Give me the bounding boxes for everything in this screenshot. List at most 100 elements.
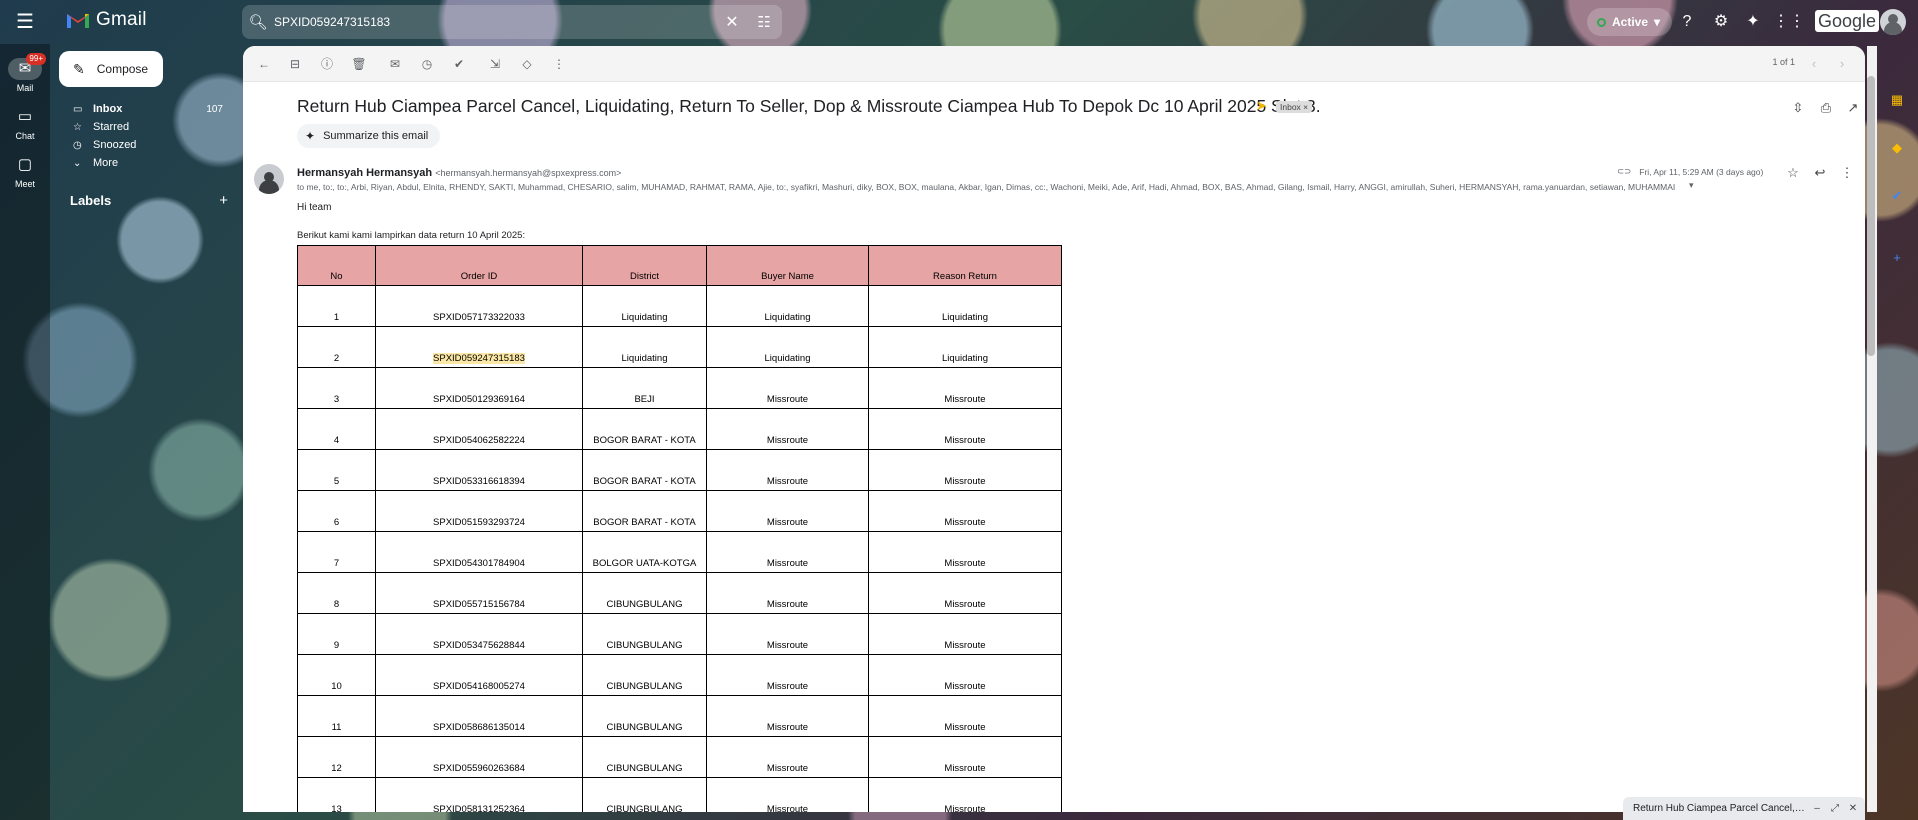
cell-text: 8: [333, 599, 340, 610]
help-icon[interactable]: ?: [1676, 11, 1698, 33]
close-icon[interactable]: ✕: [1847, 803, 1859, 814]
table-cell: SPXID059247315183: [375, 326, 583, 368]
table-cell: Missroute: [706, 490, 869, 532]
table-cell: BOGOR BARAT - KOTA: [582, 490, 707, 532]
table-cell: 1: [297, 285, 376, 327]
cell-text: Missroute: [766, 681, 809, 692]
search-options-icon[interactable]: ☷: [746, 13, 782, 31]
mark-unread-icon[interactable]: ✉: [385, 54, 405, 74]
rail-item-chat[interactable]: ▭ Chat: [0, 106, 50, 141]
gemini-sparkle-icon[interactable]: ✦: [1742, 11, 1764, 33]
table-row: 13 SPXID058131252364 CIBUNGBULANG Missroute…: [297, 777, 1062, 812]
gmail-logo[interactable]: Gmail: [66, 9, 147, 31]
add-addon-icon[interactable]: +: [1887, 248, 1907, 268]
table-cell: 12: [297, 736, 376, 778]
inbox-icon: ▭: [73, 103, 83, 115]
more-options-icon[interactable]: ⋮: [549, 54, 569, 74]
settings-gear-icon[interactable]: ⚙: [1710, 11, 1732, 33]
main-menu-icon[interactable]: ☰: [14, 11, 36, 33]
nav-item-starred[interactable]: ☆ Starred: [59, 118, 229, 136]
nav-item-snoozed[interactable]: ◷ Snoozed: [59, 136, 229, 154]
keep-icon[interactable]: ◆: [1887, 138, 1907, 158]
apps-grid-icon[interactable]: ⋮⋮: [1773, 11, 1805, 33]
table-cell: Missroute: [868, 695, 1062, 737]
search-icon[interactable]: 🔍︎: [242, 13, 274, 31]
report-spam-icon[interactable]: ⓘ: [317, 54, 337, 74]
compose-button[interactable]: ✎ Compose: [59, 51, 163, 87]
table-row: 6 SPXID051593293724 BOGOR BARAT - KOTA Miss…: [297, 490, 1062, 532]
rail-item-meet[interactable]: ▢ Meet: [0, 154, 50, 189]
rail-item-mail[interactable]: ✉ 99+ Mail: [0, 53, 50, 93]
label-icon[interactable]: ◇: [517, 54, 537, 74]
minimized-reply-window[interactable]: Return Hub Ciampea Parcel Cancel, Liquid…: [1623, 797, 1865, 820]
print-icon[interactable]: ⎙: [1816, 98, 1836, 118]
table-cell: Missroute: [706, 449, 869, 491]
cell-text: Missroute: [766, 476, 809, 487]
page-scrollbar[interactable]: [1867, 46, 1877, 812]
cell-text: Missroute: [944, 599, 986, 610]
open-new-window-icon[interactable]: ↗: [1843, 98, 1863, 118]
table-cell: Liquidating: [706, 326, 869, 368]
cell-text: 3: [333, 394, 340, 405]
intro-text: Berikut kami kami lampirkan data return …: [297, 230, 526, 241]
table-cell: BOGOR BARAT - KOTA: [582, 408, 707, 450]
cell-text: 11: [331, 722, 342, 733]
google-account-logo[interactable]: Google: [1815, 10, 1880, 32]
table-cell: SPXID055960263684: [375, 736, 583, 778]
table-cell: 2: [297, 326, 376, 368]
back-arrow-icon[interactable]: ←: [254, 54, 274, 74]
sender-avatar[interactable]: [254, 164, 284, 194]
calendar-icon[interactable]: ▦: [1887, 90, 1907, 110]
important-marker-icon[interactable]: ➤: [1256, 98, 1267, 114]
show-details-icon[interactable]: ▾: [1689, 180, 1694, 191]
table-cell: SPXID058131252364: [375, 777, 583, 812]
table-cell: 7: [297, 531, 376, 573]
cell-text: 6: [333, 517, 340, 528]
sender-name[interactable]: Hermansyah Hermansyah: [297, 167, 432, 179]
table-cell: CIBUNGBULANG: [582, 695, 707, 737]
cell-text: Missroute: [944, 722, 986, 733]
pagination-text: 1 of 1: [1772, 57, 1795, 67]
older-chevron-icon[interactable]: ›: [1833, 54, 1851, 74]
move-to-icon[interactable]: ⇲: [485, 54, 505, 74]
archive-icon[interactable]: ⊟: [285, 54, 305, 74]
snooze-icon[interactable]: ◷: [417, 54, 437, 74]
table-cell: 10: [297, 654, 376, 696]
tasks-icon[interactable]: ✔: [1887, 186, 1907, 206]
table-cell: SPXID051593293724: [375, 490, 583, 532]
newer-chevron-icon[interactable]: ‹: [1805, 54, 1823, 74]
search-input[interactable]: [274, 15, 718, 29]
cell-text: Missroute: [766, 640, 809, 651]
chip-label: Inbox: [1280, 102, 1301, 112]
delete-icon[interactable]: 🗑︎: [349, 54, 369, 74]
remove-label-icon[interactable]: ×: [1303, 102, 1308, 112]
account-avatar[interactable]: [1880, 9, 1906, 35]
reply-icon[interactable]: ↩: [1810, 163, 1830, 183]
status-selector[interactable]: Active ▾: [1587, 8, 1673, 36]
scroll-thumb[interactable]: [1867, 76, 1875, 356]
table-cell: SPXID058686135014: [375, 695, 583, 737]
cell-text: Liquidating: [942, 353, 988, 364]
clear-search-icon[interactable]: ✕: [718, 12, 746, 32]
table-cell: 11: [297, 695, 376, 737]
pencil-icon: ✎: [73, 60, 85, 77]
chevron-down-icon: ▾: [1654, 15, 1661, 29]
table-cell: CIBUNGBULANG: [582, 736, 707, 778]
add-task-icon[interactable]: ✔: [449, 54, 469, 74]
inbox-label-chip[interactable]: Inbox ×: [1276, 101, 1313, 113]
top-bar: ☰ Gmail 🔍︎ ✕ ☷ Active ▾ ? ⚙ ✦ ⋮⋮ Google: [0, 0, 1918, 44]
expand-all-icon[interactable]: ⇳: [1788, 98, 1808, 118]
rail-label-mail: Mail: [16, 83, 34, 93]
more-options-icon[interactable]: ⋮: [1837, 163, 1857, 183]
cell-text: 5: [333, 476, 340, 487]
star-icon[interactable]: ☆: [1783, 163, 1803, 183]
nav-item-inbox[interactable]: ▭ Inbox 107: [59, 100, 229, 118]
minimize-icon[interactable]: –: [1811, 803, 1823, 814]
nav-label: More: [93, 157, 119, 169]
clock-icon: ◷: [73, 139, 82, 151]
summarize-button[interactable]: ✦ Summarize this email: [297, 124, 441, 148]
add-label-icon[interactable]: +: [219, 192, 228, 209]
expand-icon[interactable]: ⤢: [1829, 803, 1841, 814]
table-cell: Missroute: [706, 695, 869, 737]
nav-item-more[interactable]: ⌄ More: [59, 154, 229, 172]
